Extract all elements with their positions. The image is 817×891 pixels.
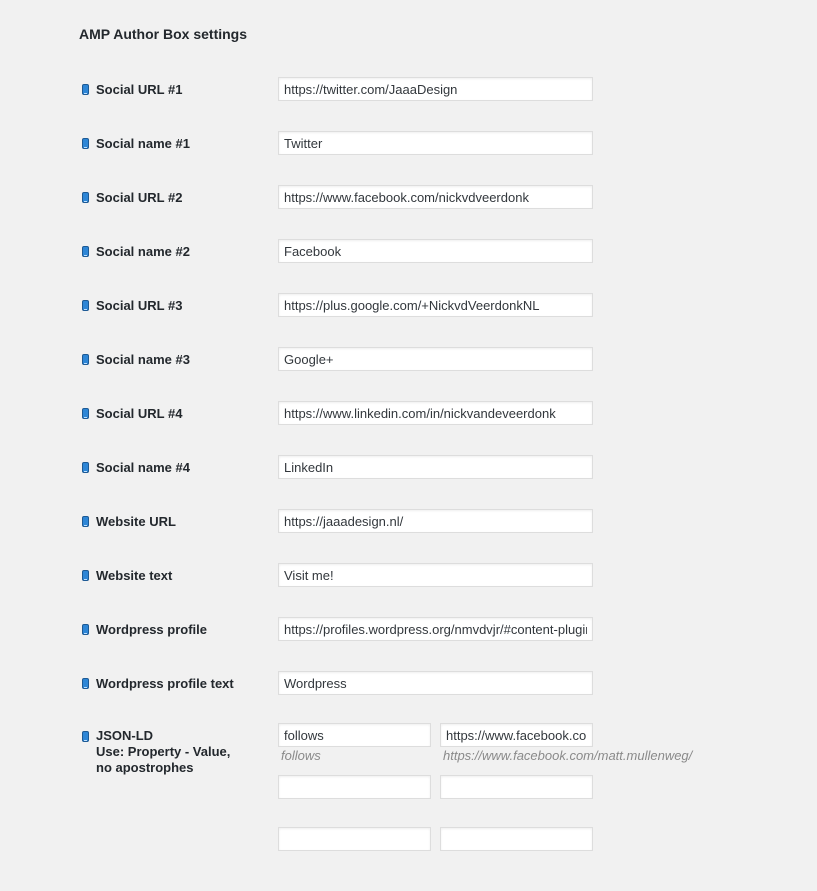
json-ld-property-2-input[interactable] [278, 775, 431, 799]
social-url-4-input[interactable] [278, 401, 593, 425]
wordpress-profile-input[interactable] [278, 617, 593, 641]
field-row-social-name-3: Social name #3 [0, 344, 817, 374]
field-label-text: Social name #1 [96, 135, 190, 151]
field-label: Social name #4 [82, 452, 190, 482]
social-url-3-input[interactable] [278, 293, 593, 317]
field-label: Website text [82, 560, 172, 590]
phone-icon [82, 353, 89, 365]
phone-icon [82, 569, 89, 581]
field-label: Social URL #1 [82, 74, 182, 104]
social-url-1-input[interactable] [278, 77, 593, 101]
field-row-wordpress-profile-text: Wordpress profile text [0, 668, 817, 698]
social-name-3-input[interactable] [278, 347, 593, 371]
json-ld-value-1-hint: https://www.facebook.com/matt.mullenweg/ [443, 748, 693, 763]
field-row-social-name-2: Social name #2 [0, 236, 817, 266]
field-row-social-url-2: Social URL #2 [0, 182, 817, 212]
field-label: Social name #2 [82, 236, 190, 266]
field-label-text: Wordpress profile text [96, 675, 234, 691]
phone-icon [82, 515, 89, 527]
json-ld-property-3-input[interactable] [278, 827, 431, 851]
field-label-text: Website text [96, 567, 173, 583]
phone-icon [82, 461, 89, 473]
field-row-social-url-4: Social URL #4 [0, 398, 817, 428]
phone-icon [82, 623, 89, 635]
json-ld-value-1-input[interactable] [440, 723, 593, 747]
phone-icon [82, 407, 89, 419]
json-ld-label-line3: no apostrophes [96, 760, 194, 775]
field-label-text: Social name #4 [96, 459, 190, 475]
field-label: Wordpress profile text [82, 668, 234, 698]
field-label-text: Social URL #1 [96, 81, 183, 97]
json-ld-title: JSON-LD [96, 728, 154, 743]
social-url-2-input[interactable] [278, 185, 593, 209]
field-label-text: Social name #2 [96, 243, 190, 259]
phone-icon [82, 299, 89, 311]
field-row-social-url-3: Social URL #3 [0, 290, 817, 320]
field-label: Website URL [82, 506, 176, 536]
json-ld-label: JSON-LD Use: Property - Value, no apostr… [82, 728, 230, 776]
phone-icon [82, 730, 89, 742]
phone-icon [82, 191, 89, 203]
website-text-input[interactable] [278, 563, 593, 587]
json-ld-label-line1: JSON-LD [82, 728, 230, 744]
phone-icon [82, 677, 89, 689]
field-row-website-text: Website text [0, 560, 817, 590]
field-label-text: Social URL #2 [96, 189, 183, 205]
page-title: AMP Author Box settings [79, 26, 248, 42]
field-label: Social name #3 [82, 344, 190, 374]
json-ld-value-2-input[interactable] [440, 775, 593, 799]
website-url-input[interactable] [278, 509, 593, 533]
field-row-social-name-1: Social name #1 [0, 128, 817, 158]
social-name-1-input[interactable] [278, 131, 593, 155]
json-ld-value-3-input[interactable] [440, 827, 593, 851]
field-label-text: Website URL [96, 513, 176, 529]
field-label: Wordpress profile [82, 614, 207, 644]
json-ld-property-1-input[interactable] [278, 723, 431, 747]
phone-icon [82, 137, 89, 149]
social-name-2-input[interactable] [278, 239, 593, 263]
field-label: Social URL #2 [82, 182, 182, 212]
field-row-website-url: Website URL [0, 506, 817, 536]
json-ld-label-line2: Use: Property - Value, [96, 744, 231, 759]
field-label-text: Wordpress profile [96, 621, 208, 637]
field-label-text: Social URL #4 [96, 405, 183, 421]
field-label-text: Social URL #3 [96, 297, 183, 313]
json-ld-property-1-hint: follows [281, 748, 321, 763]
field-row-social-name-4: Social name #4 [0, 452, 817, 482]
field-row-wordpress-profile: Wordpress profile [0, 614, 817, 644]
field-label: Social name #1 [82, 128, 190, 158]
wordpress-profile-text-input[interactable] [278, 671, 593, 695]
field-label-text: Social name #3 [96, 351, 190, 367]
phone-icon [82, 245, 89, 257]
field-label: Social URL #4 [82, 398, 182, 428]
field-row-social-url-1: Social URL #1 [0, 74, 817, 104]
field-label: Social URL #3 [82, 290, 182, 320]
social-name-4-input[interactable] [278, 455, 593, 479]
phone-icon [82, 83, 89, 95]
